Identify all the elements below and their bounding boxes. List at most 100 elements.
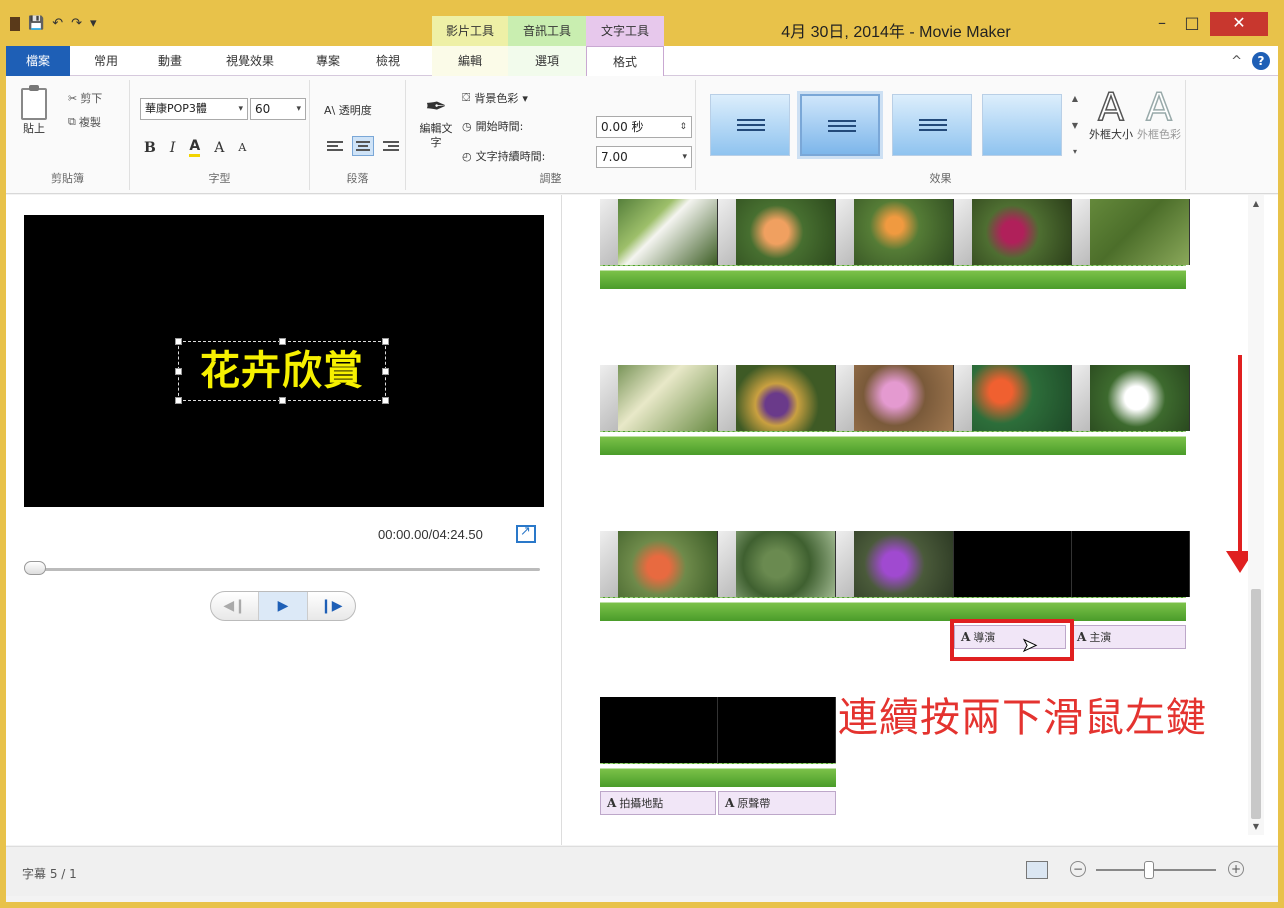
redo-icon[interactable]: ↷: [71, 16, 82, 31]
video-clip-frame[interactable]: [836, 365, 954, 431]
audio-track[interactable]: [600, 265, 1186, 289]
seek-bar[interactable]: [26, 568, 540, 571]
video-clip-frame[interactable]: [954, 365, 1072, 431]
resize-handle[interactable]: [279, 397, 286, 404]
video-clip-frame[interactable]: [718, 365, 836, 431]
audio-track[interactable]: [600, 763, 836, 787]
video-clip-frame[interactable]: [1072, 199, 1190, 265]
caption-clip[interactable]: A 主演: [1070, 625, 1186, 649]
tab-options[interactable]: 選項: [508, 46, 586, 76]
video-clip-frame[interactable]: [1072, 365, 1190, 431]
tab-project[interactable]: 專案: [298, 46, 358, 76]
font-size-select[interactable]: 60 ▾: [250, 98, 306, 120]
maximize-button[interactable]: □: [1178, 12, 1206, 36]
gallery-more-icon[interactable]: ▾: [1073, 147, 1077, 156]
tab-animation[interactable]: 動畫: [140, 46, 200, 76]
audio-track[interactable]: [600, 597, 1186, 621]
tab-edit[interactable]: 編輯: [432, 46, 508, 76]
resize-handle[interactable]: [382, 368, 389, 375]
paste-button[interactable]: 貼上: [18, 85, 50, 136]
video-clip-frame[interactable]: [600, 199, 718, 265]
video-clip-frame[interactable]: [718, 531, 836, 597]
align-right-button[interactable]: [380, 136, 402, 156]
effect-tile-zoom-out[interactable]: [892, 94, 972, 156]
video-clip-frame[interactable]: [718, 199, 836, 265]
align-center-button[interactable]: [352, 136, 374, 156]
seek-thumb[interactable]: [24, 561, 46, 575]
fullscreen-icon[interactable]: [516, 524, 536, 543]
shrink-font-button[interactable]: A: [238, 141, 246, 154]
title-clip-frame[interactable]: [718, 697, 836, 763]
resize-handle[interactable]: [382, 338, 389, 345]
context-group-text-tools: 文字工具: [586, 16, 664, 46]
scroll-up-icon[interactable]: ▲: [1248, 199, 1264, 208]
tab-view[interactable]: 檢視: [358, 46, 418, 76]
zoom-out-button[interactable]: −: [1070, 861, 1086, 877]
previous-frame-button[interactable]: ◀❙: [211, 592, 260, 620]
zoom-in-button[interactable]: +: [1228, 861, 1244, 877]
video-clip-frame[interactable]: [954, 199, 1072, 265]
copy-button[interactable]: ⧉ 複製: [68, 114, 101, 130]
start-time-field[interactable]: 0.00 秒 ⇕: [596, 116, 692, 138]
storyboard-scrollbar[interactable]: ▲ ▼: [1248, 195, 1264, 835]
duration-field[interactable]: 7.00 ▾: [596, 146, 692, 168]
tab-format[interactable]: 格式: [586, 46, 664, 77]
effect-tile-zoom-in[interactable]: [797, 91, 883, 159]
caption-clip[interactable]: A 原聲帶: [718, 791, 836, 815]
effect-tile-swing[interactable]: [710, 94, 790, 156]
storyboard-view-icon[interactable]: [1026, 861, 1048, 879]
resize-handle[interactable]: [382, 397, 389, 404]
title-clip-frame[interactable]: [600, 697, 718, 763]
customize-qat-icon[interactable]: ▾: [90, 16, 97, 31]
resize-handle[interactable]: [279, 338, 286, 345]
video-clip-frame[interactable]: [836, 531, 954, 597]
play-button[interactable]: ▶: [259, 592, 308, 620]
grow-font-button[interactable]: A: [214, 140, 224, 156]
resize-handle[interactable]: [175, 338, 182, 345]
collapse-ribbon-icon[interactable]: ^: [1231, 54, 1242, 69]
title-clip-frame[interactable]: [954, 531, 1072, 597]
tab-visual-effects[interactable]: 視覺效果: [202, 46, 298, 76]
bold-button[interactable]: B: [144, 140, 156, 156]
video-clip-frame[interactable]: [836, 199, 954, 265]
effects-gallery-scroll[interactable]: ▲ ▼ ▾: [1068, 94, 1082, 156]
italic-button[interactable]: I: [170, 140, 176, 156]
close-button[interactable]: ✕: [1210, 12, 1268, 36]
minimize-button[interactable]: –: [1148, 12, 1176, 36]
align-left-button[interactable]: [324, 136, 346, 156]
chevron-up-icon[interactable]: ▲: [1072, 94, 1078, 103]
effect-tile-burst[interactable]: [982, 94, 1062, 156]
cut-button[interactable]: ✂ 剪下: [68, 90, 102, 106]
undo-icon[interactable]: ↶: [52, 16, 63, 31]
help-icon[interactable]: ?: [1252, 52, 1270, 70]
save-icon[interactable]: 💾: [28, 16, 44, 31]
next-frame-button[interactable]: ❙▶: [308, 592, 355, 620]
zoom-slider-thumb[interactable]: [1144, 861, 1154, 879]
spinner-icon[interactable]: ⇕: [679, 117, 687, 137]
outline-size-button[interactable]: A 外框大小: [1088, 85, 1134, 142]
background-color-button[interactable]: ⛋ 背景色彩 ▾: [462, 90, 528, 106]
title-text-box[interactable]: 花卉欣賞: [175, 338, 389, 404]
scrollbar-thumb[interactable]: [1251, 589, 1261, 819]
caption-clip[interactable]: A 拍攝地點: [600, 791, 716, 815]
audio-track[interactable]: [600, 431, 1186, 455]
title-clip-frame[interactable]: [1072, 531, 1190, 597]
resize-handle[interactable]: [175, 368, 182, 375]
chevron-down-icon[interactable]: ▼: [1072, 121, 1078, 130]
outline-color-button[interactable]: A 外框色彩: [1136, 85, 1182, 142]
edit-text-button[interactable]: ✒ 編輯文字: [418, 92, 454, 150]
font-family-select[interactable]: 華康POP3體 ▾: [140, 98, 248, 120]
tab-file[interactable]: 檔案: [6, 46, 70, 76]
resize-handle[interactable]: [175, 397, 182, 404]
tab-home[interactable]: 常用: [74, 46, 138, 76]
scroll-down-icon[interactable]: ▼: [1248, 822, 1264, 831]
zoom-slider[interactable]: [1096, 869, 1216, 871]
video-clip-frame[interactable]: [600, 365, 718, 431]
group-label-clipboard: 剪貼簿: [51, 172, 84, 185]
video-preview[interactable]: 花卉欣賞: [24, 215, 544, 507]
transparency-button[interactable]: A\ 透明度: [324, 102, 372, 118]
video-clip-frame[interactable]: [600, 531, 718, 597]
alignment-row: [324, 136, 402, 156]
font-color-button[interactable]: A: [189, 138, 201, 157]
app-menu-icon[interactable]: [10, 16, 20, 31]
